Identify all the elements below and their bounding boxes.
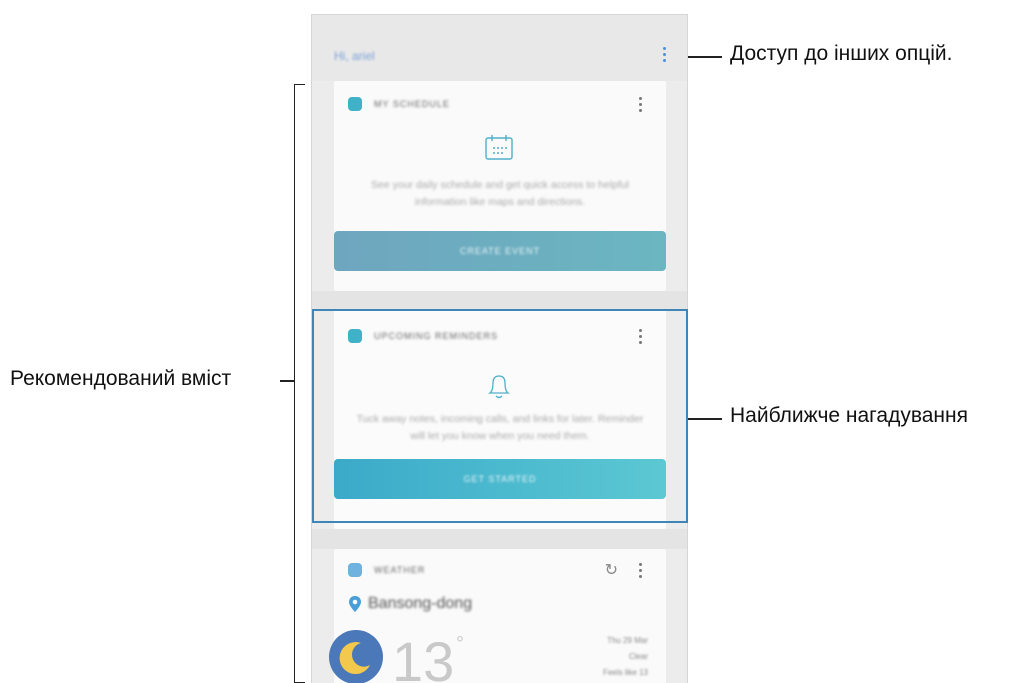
weather-temperature: 13 bbox=[392, 630, 455, 683]
more-options-icon[interactable] bbox=[663, 47, 667, 63]
schedule-card-title: MY SCHEDULE bbox=[374, 99, 450, 109]
weather-side-info: Thu 29 Mar Clear Feels like 13 bbox=[603, 633, 648, 681]
weather-degree-symbol: ° bbox=[456, 633, 464, 655]
card-spacer-2 bbox=[312, 529, 687, 549]
callout-upcoming-reminder: Найближче нагадування bbox=[730, 404, 968, 427]
calendar-icon bbox=[348, 97, 362, 111]
weather-card[interactable]: WEATHER ↻ Bansong-dong 13 ° Thu 29 Mar C… bbox=[329, 549, 666, 683]
calendar-illustration-icon bbox=[485, 135, 513, 160]
cloud-icon bbox=[348, 563, 362, 577]
callout-line-upcoming-reminder bbox=[688, 418, 722, 420]
schedule-card-header: MY SCHEDULE bbox=[348, 97, 666, 117]
app-header: Hi, ariel bbox=[312, 15, 687, 81]
bracket-recommended bbox=[294, 84, 305, 683]
weather-feels-like: Feels like 13 bbox=[603, 668, 648, 677]
callout-recommended-content: Рекомендований вміст bbox=[10, 367, 232, 390]
weather-card-menu-icon[interactable] bbox=[639, 563, 642, 581]
reminder-highlight-frame bbox=[312, 309, 688, 523]
schedule-card-menu-icon[interactable] bbox=[639, 97, 642, 115]
callout-line-recommended bbox=[280, 380, 294, 382]
card-spacer bbox=[312, 291, 687, 309]
moon-icon bbox=[329, 630, 383, 683]
weather-date: Thu 29 Mar bbox=[607, 636, 648, 645]
weather-card-header: WEATHER ↻ bbox=[348, 560, 666, 583]
schedule-card-description: See your daily schedule and get quick ac… bbox=[371, 179, 629, 208]
weather-card-title: WEATHER bbox=[374, 565, 426, 575]
location-pin-icon bbox=[349, 596, 361, 612]
schedule-card[interactable]: MY SCHEDULE See your daily schedule and … bbox=[334, 81, 666, 291]
callout-more-options: Доступ до інших опцій. bbox=[730, 42, 953, 65]
weather-location: Bansong-dong bbox=[368, 595, 473, 612]
greeting-text: Hi, ariel bbox=[334, 49, 375, 63]
create-event-label: CREATE EVENT bbox=[459, 246, 541, 256]
create-event-button[interactable]: CREATE EVENT bbox=[334, 231, 666, 271]
refresh-icon[interactable]: ↻ bbox=[605, 560, 618, 580]
weather-condition: Clear bbox=[628, 652, 648, 661]
